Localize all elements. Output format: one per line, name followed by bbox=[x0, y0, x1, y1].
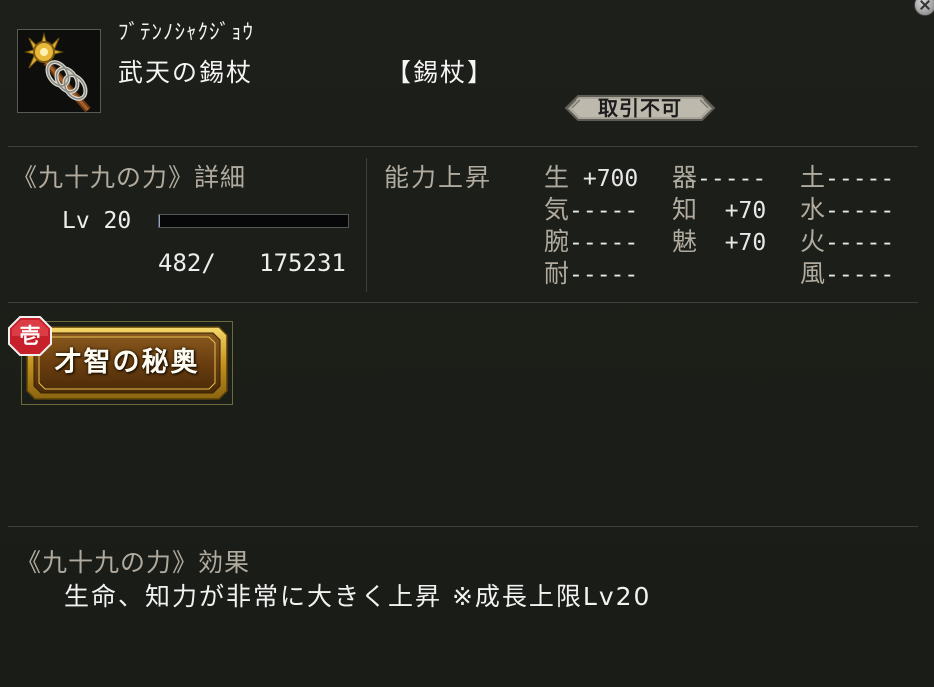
xp-progress-bar bbox=[158, 214, 349, 228]
stat-fire: 火----- bbox=[800, 227, 895, 256]
detail-title: 《九十九の力》詳細 bbox=[12, 163, 247, 192]
rank-badge: 壱 bbox=[8, 316, 52, 356]
item-name: 武天の錫杖 bbox=[118, 58, 254, 87]
close-icon[interactable] bbox=[914, 0, 934, 16]
stat-water: 水----- bbox=[800, 195, 895, 224]
item-tooltip-panel: ﾌﾞﾃﾝﾉｼｬｸｼﾞｮｳ 武天の錫杖 【錫杖】 取引不可 《九十九の力》詳細 L… bbox=[0, 0, 934, 687]
trade-status-label: 取引不可 bbox=[598, 96, 682, 120]
level-label: Lv 20 bbox=[62, 208, 132, 234]
divider bbox=[8, 146, 918, 147]
xp-progress-fill bbox=[159, 215, 160, 227]
skill-name: 才智の秘奥 bbox=[54, 347, 200, 378]
xp-text: 482/ 175231 bbox=[158, 249, 346, 277]
ability-header: 能力上昇 bbox=[384, 163, 493, 192]
staff-icon bbox=[17, 29, 101, 113]
stat-strength: 腕----- bbox=[544, 227, 639, 256]
divider bbox=[8, 302, 918, 303]
skill-plate[interactable]: 才智の秘奥 bbox=[25, 325, 229, 401]
item-type: 【錫杖】 bbox=[386, 58, 495, 87]
stat-ki: 気----- bbox=[544, 195, 639, 224]
stat-life: 生 +700 bbox=[544, 163, 639, 192]
stat-charm: 魅 +70 bbox=[672, 227, 767, 256]
effect-title: 《九十九の力》効果 bbox=[16, 548, 251, 577]
effect-description: 生命、知力が非常に大きく上昇 ※成長上限Lv20 bbox=[64, 582, 652, 611]
item-reading: ﾌﾞﾃﾝﾉｼｬｸｼﾞｮｳ bbox=[118, 20, 254, 44]
stat-endurance: 耐----- bbox=[544, 259, 639, 288]
divider bbox=[8, 526, 918, 527]
stat-wind: 風----- bbox=[800, 259, 895, 288]
trade-status-badge: 取引不可 bbox=[564, 94, 716, 122]
divider bbox=[366, 158, 367, 292]
rank-label: 壱 bbox=[19, 324, 41, 348]
stat-earth: 土----- bbox=[800, 163, 895, 192]
stat-dexterity: 器----- bbox=[672, 163, 767, 192]
stat-intellect: 知 +70 bbox=[672, 195, 767, 224]
